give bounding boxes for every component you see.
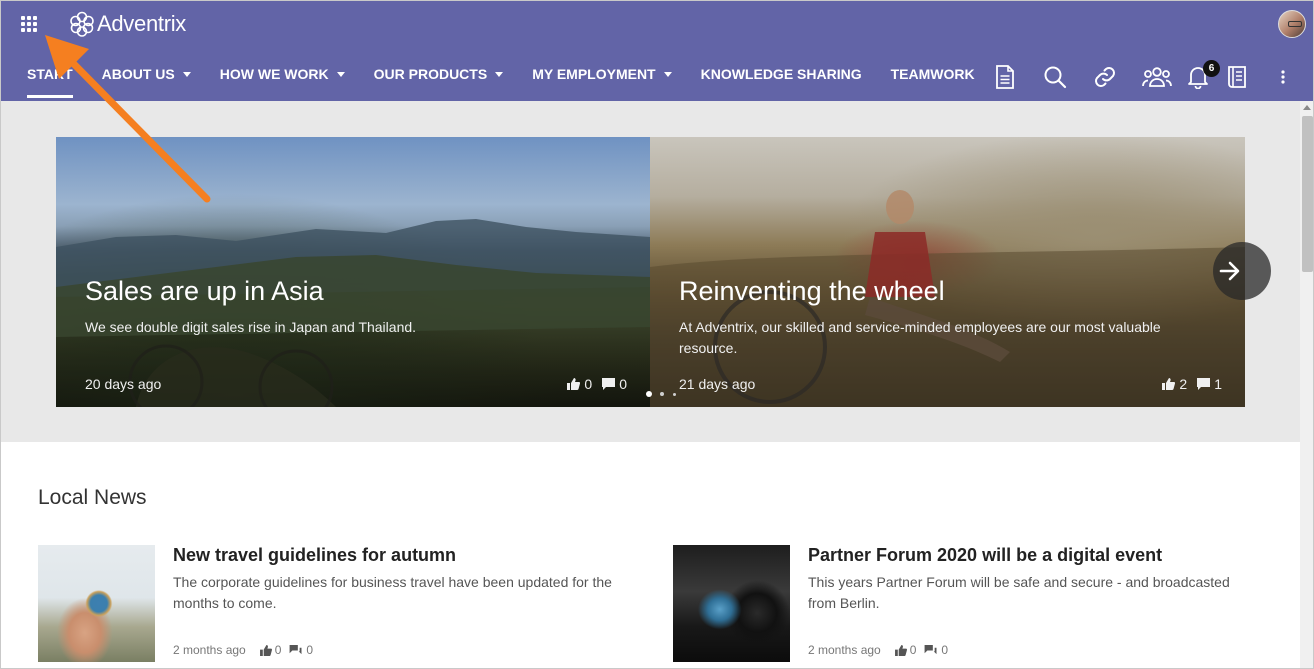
comment-count[interactable]: 0 — [924, 643, 948, 657]
like-count-value: 0 — [274, 643, 282, 657]
like-count[interactable]: 0 — [894, 643, 917, 657]
news-date: 2 months ago — [173, 643, 246, 657]
like-count-value: 0 — [584, 376, 593, 392]
thumbs-up-icon — [567, 378, 581, 390]
brand-logo[interactable]: Adventrix — [69, 11, 186, 37]
logo-icon — [70, 11, 94, 37]
news-item: Partner Forum 2020 will be a digital eve… — [673, 545, 1233, 665]
carousel-next-button[interactable] — [1213, 242, 1271, 300]
news-description: This years Partner Forum will be safe an… — [808, 574, 1230, 611]
hero-slide[interactable]: Sales are up in Asia We see double digit… — [56, 137, 650, 407]
comments-icon — [289, 644, 302, 654]
thumbs-up-icon — [1162, 378, 1176, 390]
carousel-dot[interactable] — [660, 392, 664, 396]
scroll-up-icon[interactable] — [1303, 105, 1311, 110]
comments-icon — [924, 644, 937, 654]
comment-icon — [602, 378, 616, 390]
news-title[interactable]: Partner Forum 2020 will be a digital eve… — [808, 545, 1162, 566]
comment-count-value: 1 — [1214, 376, 1222, 392]
slide-description: At Adventrix, our skilled and service-mi… — [679, 319, 1161, 356]
section-title: Local News — [38, 486, 147, 509]
news-date: 2 months ago — [808, 643, 881, 657]
comment-count-value: 0 — [941, 643, 949, 657]
slide-description: We see double digit sales rise in Japan … — [85, 319, 417, 335]
comment-count[interactable]: 0 — [289, 643, 313, 657]
cyclist-image — [650, 190, 1245, 407]
comment-count-value: 0 — [619, 376, 627, 392]
user-avatar[interactable] — [1278, 10, 1306, 38]
comment-count-value: 0 — [306, 643, 314, 657]
carousel-pagination — [646, 391, 684, 397]
news-thumbnail[interactable] — [38, 545, 155, 662]
arrow-right-icon — [1219, 261, 1240, 281]
people-icon[interactable] — [1141, 61, 1173, 93]
like-count[interactable]: 2 — [1162, 376, 1187, 392]
landscape-image — [56, 219, 650, 407]
slide-date: 21 days ago — [679, 376, 756, 392]
app-window: Adventrix START ABOUT US HOW WE WORK OUR… — [0, 0, 1314, 669]
carousel-dot[interactable] — [673, 392, 676, 396]
news-description: The corporate guidelines for business tr… — [173, 574, 612, 611]
thumbs-up-icon — [259, 644, 272, 656]
toolbar — [1, 61, 1313, 93]
notification-badge: 6 — [1203, 60, 1220, 77]
slide-stats: 2 1 — [1152, 376, 1222, 392]
news-meta: 2 months ago 0 0 — [808, 643, 948, 657]
like-count[interactable]: 0 — [259, 643, 282, 657]
news-thumbnail[interactable] — [673, 545, 790, 662]
brand-name: Adventrix — [97, 11, 187, 36]
link-icon[interactable] — [1091, 61, 1119, 93]
like-count-value: 2 — [1179, 376, 1188, 392]
slide-title[interactable]: Sales are up in Asia — [85, 276, 324, 307]
comment-count[interactable]: 0 — [602, 376, 627, 392]
more-vertical-icon[interactable] — [1271, 61, 1295, 93]
comment-count[interactable]: 1 — [1197, 376, 1222, 392]
slide-title[interactable]: Reinventing the wheel — [679, 276, 945, 307]
comment-icon — [1197, 378, 1211, 390]
like-count-value: 0 — [909, 643, 917, 657]
book-icon[interactable] — [1224, 61, 1252, 93]
search-icon[interactable] — [1041, 61, 1069, 93]
header-bar: Adventrix START ABOUT US HOW WE WORK OUR… — [1, 1, 1313, 101]
document-icon[interactable] — [991, 61, 1019, 93]
app-launcher-icon[interactable] — [19, 14, 39, 34]
news-meta: 2 months ago 0 0 — [173, 643, 313, 657]
scrollbar-thumb[interactable] — [1302, 116, 1313, 272]
hero-slide[interactable]: Reinventing the wheel At Adventrix, our … — [650, 137, 1245, 407]
thumbs-up-icon — [894, 644, 907, 656]
slide-date: 20 days ago — [85, 376, 162, 392]
carousel-dot[interactable] — [646, 391, 652, 397]
news-item: New travel guidelines for autumn The cor… — [38, 545, 612, 665]
like-count[interactable]: 0 — [567, 376, 592, 392]
news-title[interactable]: New travel guidelines for autumn — [173, 545, 456, 566]
slide-stats: 0 0 — [557, 376, 627, 392]
